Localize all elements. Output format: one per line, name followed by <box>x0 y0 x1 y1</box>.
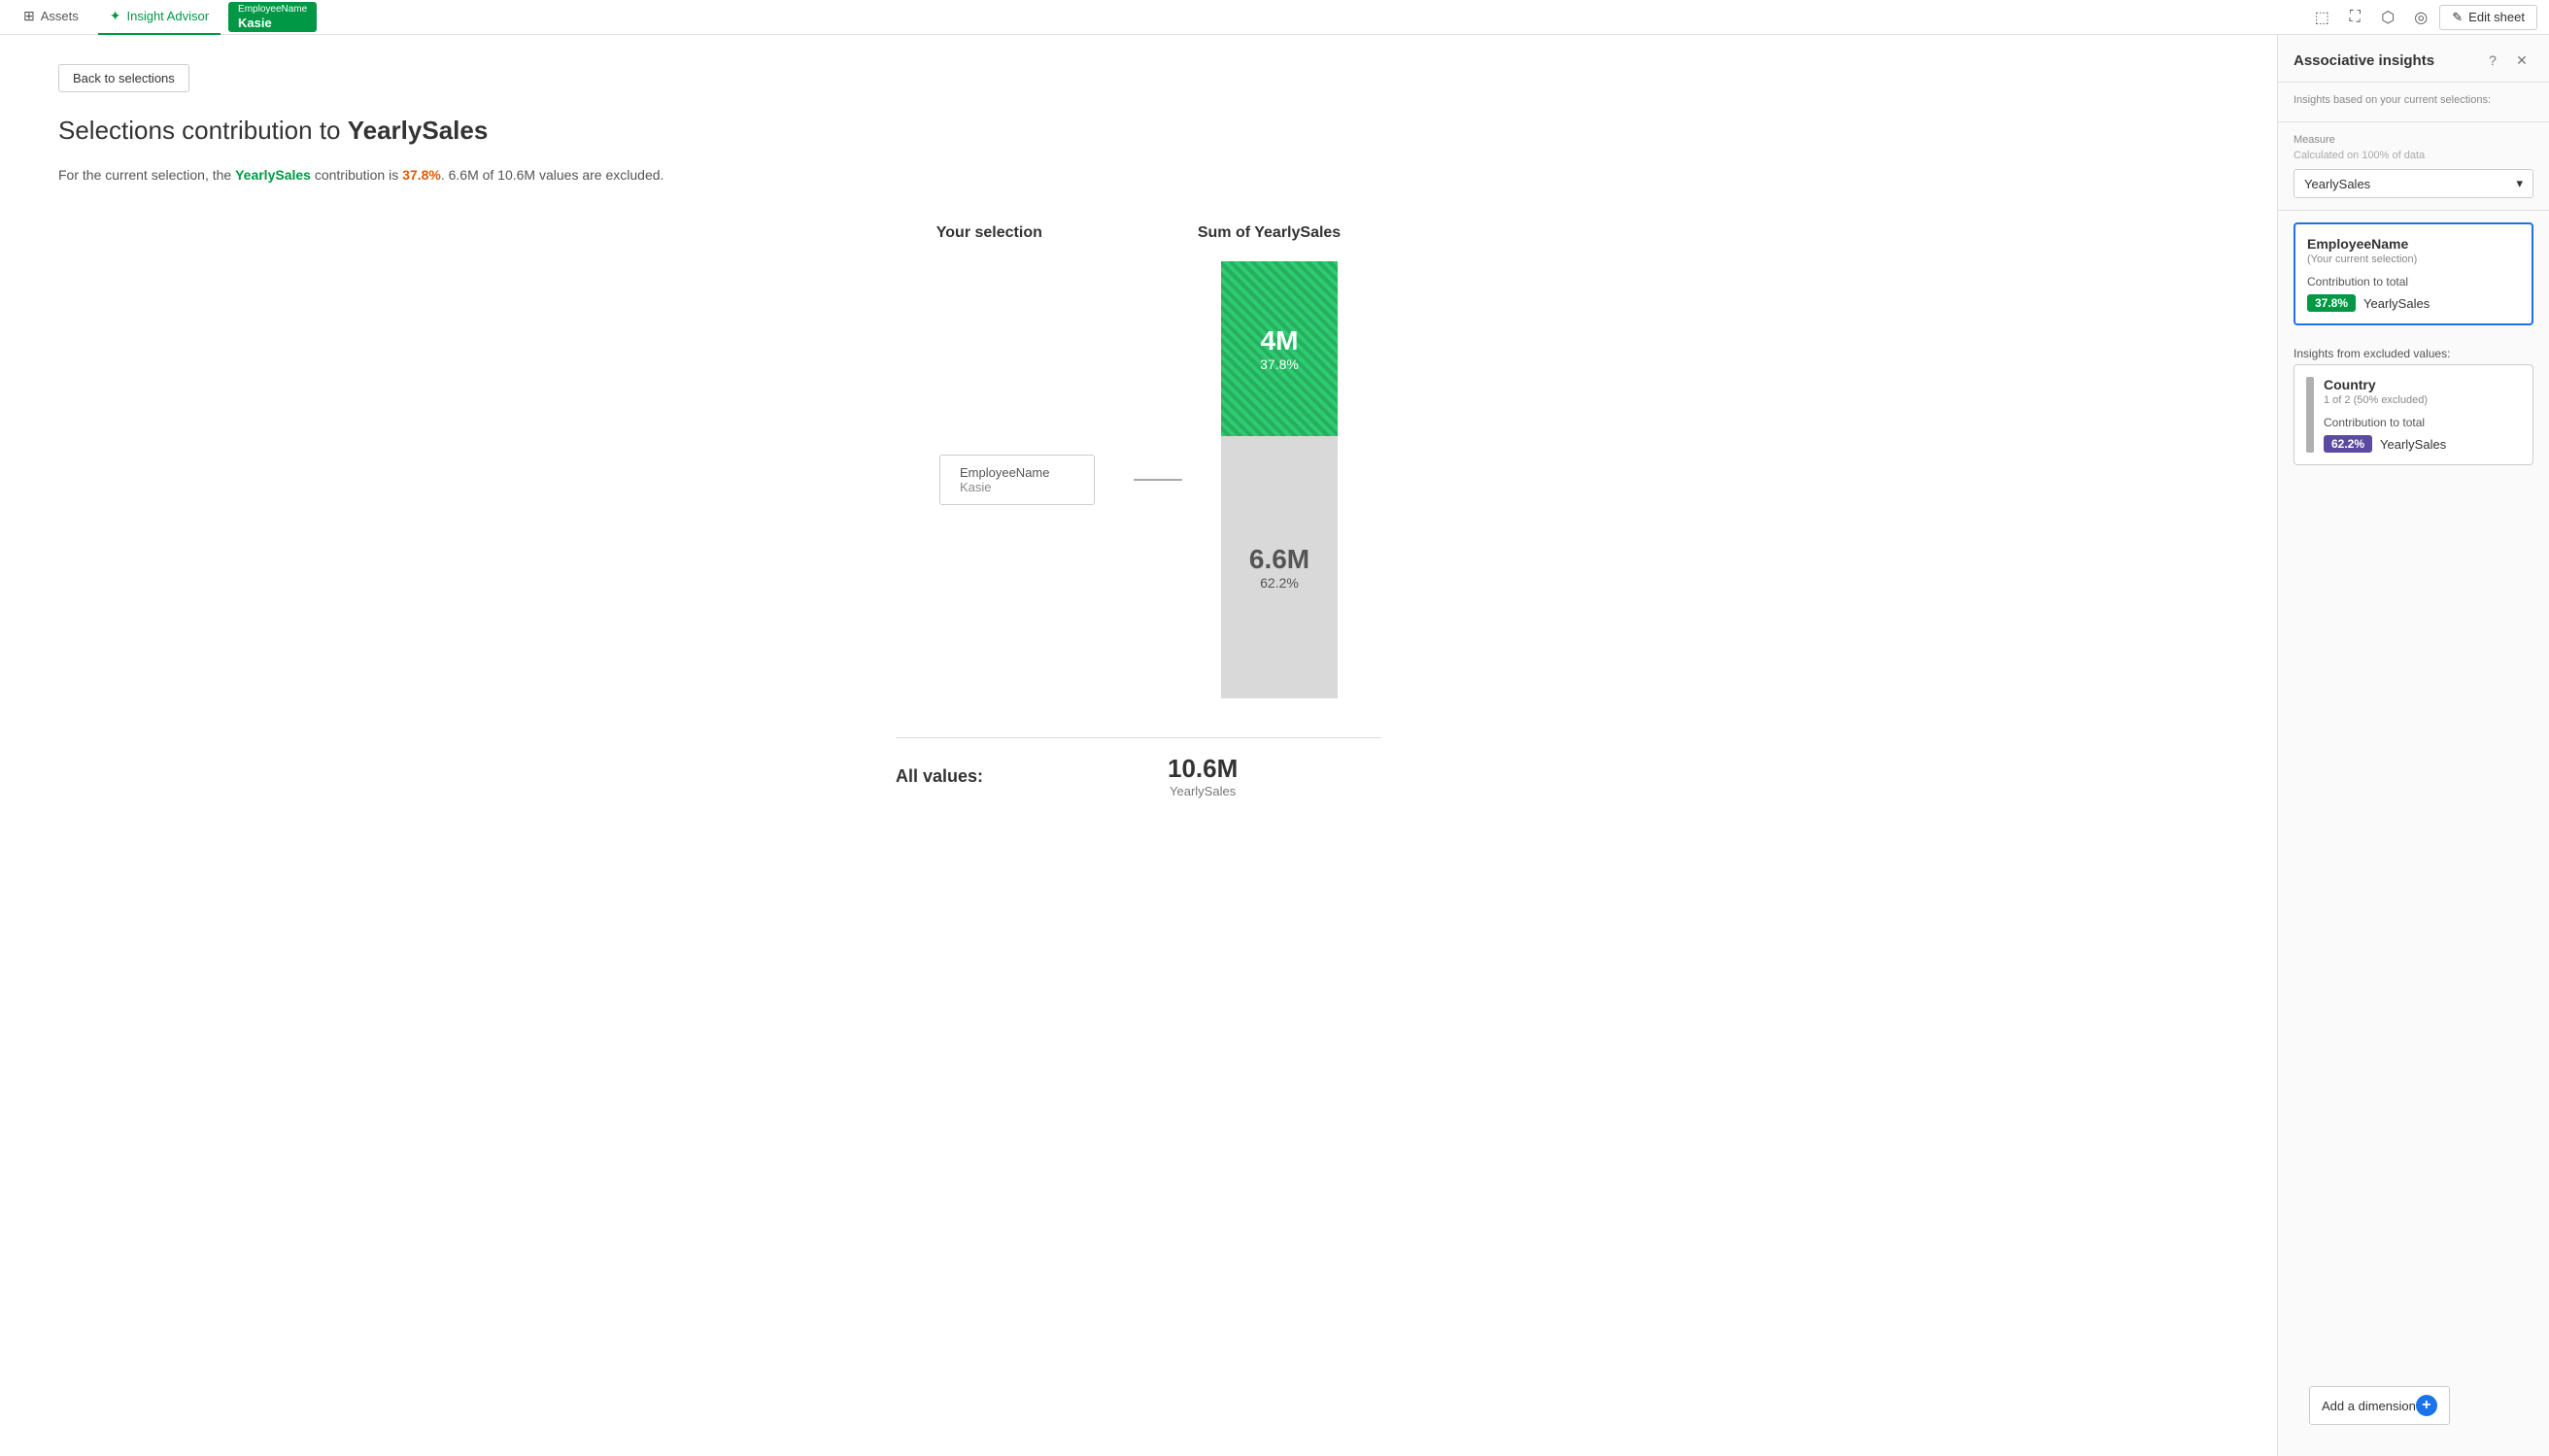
page-title: Selections contribution to YearlySales <box>58 116 2219 146</box>
toolbar-btn-expand[interactable]: ⛶ <box>2340 3 2369 32</box>
toolbar-btn-lasso[interactable]: ⬡ <box>2373 3 2402 32</box>
chart-labels: Your selection Sum of YearlySales <box>936 224 1341 242</box>
measure-label: Measure <box>2294 134 2533 146</box>
all-values-measure: YearlySales <box>1168 784 1238 798</box>
badge-label: EmployeeName <box>238 4 307 16</box>
gray-bar-pct: 62.2% <box>1260 575 1299 591</box>
excluded-contribution-label: Contribution to total <box>2324 416 2521 429</box>
measure-dropdown-value: YearlySales <box>2304 177 2370 191</box>
current-selection-card[interactable]: EmployeeName (Your current selection) Co… <box>2294 222 2533 325</box>
excluded-card-title: Country <box>2324 377 2521 392</box>
current-contrib-badge: 37.8% <box>2307 294 2356 312</box>
page-title-prefix: Selections contribution to <box>58 116 348 145</box>
insight-advisor-icon: ✦ <box>110 8 121 24</box>
panel-measure-section: Measure Calculated on 100% of data Yearl… <box>2278 122 2549 211</box>
chart-label-right: Sum of YearlySales <box>1198 224 1341 242</box>
connector-line <box>1134 479 1182 481</box>
bar-chart: 4M 37.8% 6.6M 62.2% <box>1221 261 1338 698</box>
toolbar-btn-select[interactable]: ⬚ <box>2307 3 2336 32</box>
all-values-label: All values: <box>896 766 1090 787</box>
panel-title: Associative insights <box>2294 52 2434 69</box>
excluded-card[interactable]: Country 1 of 2 (50% excluded) Contributi… <box>2294 364 2533 465</box>
add-dimension-plus-icon: + <box>2416 1395 2437 1416</box>
main-layout: Back to selections Selections contributi… <box>0 35 2549 1456</box>
subtitle-middle: contribution is <box>311 167 402 183</box>
current-contrib-measure: YearlySales <box>2363 296 2430 311</box>
all-values-num: 10.6M <box>1168 754 1238 784</box>
bar-segment-gray: 6.6M 62.2% <box>1221 436 1338 698</box>
edit-sheet-label: Edit sheet <box>2468 10 2525 24</box>
panel-insights-label: Insights based on your current selection… <box>2294 94 2533 106</box>
all-values-data: 10.6M YearlySales <box>1168 754 1238 798</box>
add-dimension-button[interactable]: Add a dimension + <box>2309 1386 2450 1425</box>
edit-icon: ✎ <box>2452 10 2463 25</box>
green-bar-value: 4M <box>1261 325 1299 356</box>
panel-header: Associative insights ? ✕ <box>2278 35 2549 83</box>
excluded-contrib-measure: YearlySales <box>2380 437 2446 452</box>
right-panel: Associative insights ? ✕ Insights based … <box>2277 35 2549 1456</box>
selection-badge[interactable]: EmployeeName Kasie <box>228 2 317 33</box>
current-contribution-label: Contribution to total <box>2307 275 2520 288</box>
assets-label: Assets <box>41 9 79 23</box>
excluded-card-content: Country 1 of 2 (50% excluded) Contributi… <box>2324 377 2521 453</box>
toolbar-btn-circle[interactable]: ◎ <box>2406 3 2435 32</box>
selection-box: EmployeeName Kasie <box>939 455 1095 505</box>
subtitle-suffix: . 6.6M of 10.6M values are excluded. <box>441 167 664 183</box>
current-selection-card-title: EmployeeName <box>2307 236 2520 252</box>
all-values-row: All values: 10.6M YearlySales <box>896 737 1381 798</box>
content-area: Back to selections Selections contributi… <box>0 35 2277 1456</box>
panel-insights-section: Insights based on your current selection… <box>2278 83 2549 122</box>
panel-help-button[interactable]: ? <box>2481 49 2504 72</box>
measure-dropdown[interactable]: YearlySales ▾ <box>2294 169 2533 198</box>
bar-segment-green: 4M 37.8% <box>1221 261 1338 436</box>
assets-tab[interactable]: ⊞ Assets <box>12 0 90 35</box>
insight-advisor-tab[interactable]: ✦ Insight Advisor <box>98 0 221 35</box>
top-nav: ⊞ Assets ✦ Insight Advisor EmployeeName … <box>0 0 2549 35</box>
current-contribution-row: 37.8% YearlySales <box>2307 294 2520 312</box>
excluded-contrib-badge: 62.2% <box>2324 435 2372 453</box>
subtitle-prefix: For the current selection, the <box>58 167 235 183</box>
badge-value: Kasie <box>238 16 307 31</box>
chevron-down-icon: ▾ <box>2516 176 2523 191</box>
insight-advisor-label: Insight Advisor <box>126 9 209 23</box>
excluded-bar <box>2306 377 2314 453</box>
back-to-selections-button[interactable]: Back to selections <box>58 64 189 92</box>
chart-label-left: Your selection <box>936 224 1042 242</box>
excluded-card-sub: 1 of 2 (50% excluded) <box>2324 394 2521 406</box>
panel-close-button[interactable]: ✕ <box>2510 49 2533 72</box>
panel-header-icons: ? ✕ <box>2481 49 2533 72</box>
measure-sub-label: Calculated on 100% of data <box>2294 150 2533 161</box>
current-selection-card-sub: (Your current selection) <box>2307 254 2520 265</box>
subtitle-pct: 37.8% <box>402 167 441 183</box>
gray-bar-value: 6.6M <box>1249 544 1309 575</box>
chart-body: EmployeeName Kasie 4M 37.8% 6.6M 62.2% <box>939 261 1338 698</box>
edit-sheet-button[interactable]: ✎ Edit sheet <box>2439 5 2537 30</box>
page-title-measure: YearlySales <box>348 116 489 145</box>
subtitle: For the current selection, the YearlySal… <box>58 165 2219 186</box>
add-dimension-label: Add a dimension <box>2322 1399 2416 1413</box>
selection-box-title: EmployeeName <box>960 465 1074 480</box>
assets-icon: ⊞ <box>23 8 35 24</box>
toolbar-icons: ⬚ ⛶ ⬡ ◎ ✎ Edit sheet <box>2307 3 2537 32</box>
excluded-section-label: Insights from excluded values: <box>2278 337 2549 364</box>
subtitle-measure: YearlySales <box>235 167 311 183</box>
selection-box-value: Kasie <box>960 480 1074 494</box>
chart-section: Your selection Sum of YearlySales Employ… <box>58 224 2219 798</box>
excluded-contribution-row: 62.2% YearlySales <box>2324 435 2521 453</box>
green-bar-pct: 37.8% <box>1260 356 1299 372</box>
